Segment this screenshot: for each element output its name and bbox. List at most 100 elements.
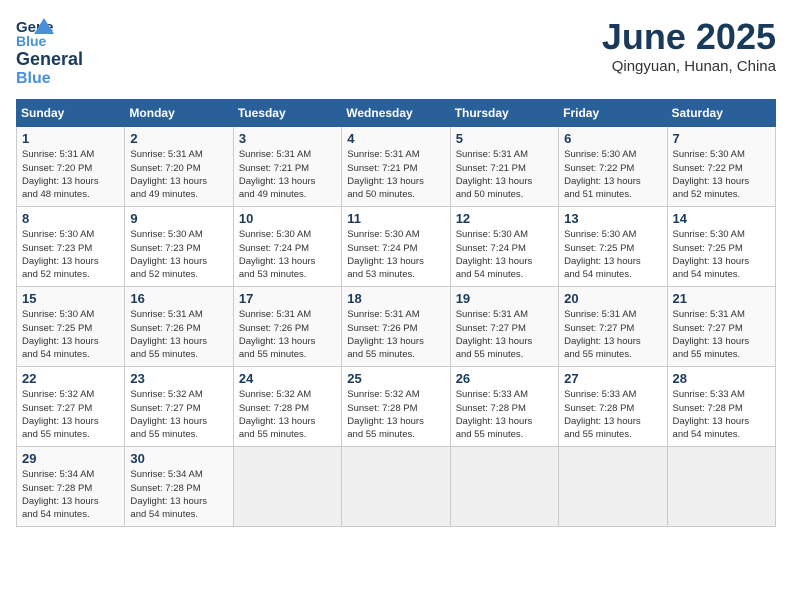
calendar-day-cell: 15Sunrise: 5:30 AM Sunset: 7:25 PM Dayli…	[17, 287, 125, 367]
day-info: Sunrise: 5:31 AM Sunset: 7:26 PM Dayligh…	[347, 308, 444, 361]
day-number: 19	[456, 291, 553, 306]
calendar-day-cell: 30 Sunrise: 5:34 AM Sunset: 7:28 PM Dayli…	[125, 447, 233, 527]
column-header-wednesday: Wednesday	[342, 100, 450, 127]
day-info: Sunrise: 5:30 AM Sunset: 7:24 PM Dayligh…	[456, 228, 553, 281]
day-number: 23	[130, 371, 227, 386]
calendar-day-cell: 8Sunrise: 5:30 AM Sunset: 7:23 PM Daylig…	[17, 207, 125, 287]
logo-line1: General	[16, 50, 83, 70]
day-info: Sunrise: 5:32 AM Sunset: 7:28 PM Dayligh…	[347, 388, 444, 441]
calendar-day-cell: 5Sunrise: 5:31 AM Sunset: 7:21 PM Daylig…	[450, 127, 558, 207]
calendar-day-cell: 27 Sunrise: 5:33 AM Sunset: 7:28 PM Dayli…	[559, 367, 667, 447]
column-header-tuesday: Tuesday	[233, 100, 341, 127]
day-info: Sunrise: 5:30 AM Sunset: 7:23 PM Dayligh…	[22, 228, 119, 281]
day-info: Sunrise: 5:31 AM Sunset: 7:21 PM Dayligh…	[347, 148, 444, 201]
day-number: 22	[22, 371, 119, 386]
day-number: 2	[130, 131, 227, 146]
day-info: Sunrise: 5:31 AM Sunset: 7:21 PM Dayligh…	[239, 148, 336, 201]
day-info: Sunrise: 5:32 AM Sunset: 7:27 PM Dayligh…	[22, 388, 119, 441]
day-info: Sunrise: 5:34 AM Sunset: 7:28 PM Dayligh…	[22, 468, 119, 521]
day-number: 13	[564, 211, 661, 226]
calendar-week-1: 1 Sunrise: 5:31 AM Sunset: 7:20 PM Daylig…	[17, 127, 776, 207]
calendar-day-cell: 12 Sunrise: 5:30 AM Sunset: 7:24 PM Dayli…	[450, 207, 558, 287]
day-number: 11	[347, 211, 444, 226]
calendar-day-cell: 21Sunrise: 5:31 AM Sunset: 7:27 PM Dayli…	[667, 287, 775, 367]
calendar-day-cell: 20 Sunrise: 5:31 AM Sunset: 7:27 PM Dayli…	[559, 287, 667, 367]
page-header: General Blue General Blue June 2025 Qing…	[16, 16, 776, 87]
calendar-header-row: SundayMondayTuesdayWednesdayThursdayFrid…	[17, 100, 776, 127]
calendar-week-3: 15Sunrise: 5:30 AM Sunset: 7:25 PM Dayli…	[17, 287, 776, 367]
calendar-day-cell: 19 Sunrise: 5:31 AM Sunset: 7:27 PM Dayli…	[450, 287, 558, 367]
calendar-day-cell: 26 Sunrise: 5:33 AM Sunset: 7:28 PM Dayli…	[450, 367, 558, 447]
day-info: Sunrise: 5:30 AM Sunset: 7:23 PM Dayligh…	[130, 228, 227, 281]
day-number: 3	[239, 131, 336, 146]
calendar-day-cell: 11 Sunrise: 5:30 AM Sunset: 7:24 PM Dayli…	[342, 207, 450, 287]
calendar-day-cell: 29 Sunrise: 5:34 AM Sunset: 7:28 PM Dayli…	[17, 447, 125, 527]
calendar-day-cell	[342, 447, 450, 527]
calendar-day-cell: 23 Sunrise: 5:32 AM Sunset: 7:27 PM Dayli…	[125, 367, 233, 447]
day-info: Sunrise: 5:33 AM Sunset: 7:28 PM Dayligh…	[456, 388, 553, 441]
day-number: 18	[347, 291, 444, 306]
calendar-day-cell	[450, 447, 558, 527]
calendar-day-cell: 7Sunrise: 5:30 AM Sunset: 7:22 PM Daylig…	[667, 127, 775, 207]
day-info: Sunrise: 5:32 AM Sunset: 7:27 PM Dayligh…	[130, 388, 227, 441]
location: Qingyuan, Hunan, China	[602, 58, 776, 75]
calendar-week-4: 22 Sunrise: 5:32 AM Sunset: 7:27 PM Dayli…	[17, 367, 776, 447]
calendar-day-cell: 22 Sunrise: 5:32 AM Sunset: 7:27 PM Dayli…	[17, 367, 125, 447]
day-number: 1	[22, 131, 119, 146]
calendar-day-cell: 28 Sunrise: 5:33 AM Sunset: 7:28 PM Dayli…	[667, 367, 775, 447]
calendar-day-cell: 17 Sunrise: 5:31 AM Sunset: 7:26 PM Dayli…	[233, 287, 341, 367]
logo-line2: Blue	[16, 70, 83, 88]
calendar-table: SundayMondayTuesdayWednesdayThursdayFrid…	[16, 99, 776, 527]
day-number: 16	[130, 291, 227, 306]
day-number: 28	[673, 371, 770, 386]
calendar-day-cell: 25 Sunrise: 5:32 AM Sunset: 7:28 PM Dayli…	[342, 367, 450, 447]
calendar-week-5: 29 Sunrise: 5:34 AM Sunset: 7:28 PM Dayli…	[17, 447, 776, 527]
day-number: 9	[130, 211, 227, 226]
day-info: Sunrise: 5:33 AM Sunset: 7:28 PM Dayligh…	[564, 388, 661, 441]
day-info: Sunrise: 5:31 AM Sunset: 7:21 PM Dayligh…	[456, 148, 553, 201]
day-number: 15	[22, 291, 119, 306]
day-number: 21	[673, 291, 770, 306]
calendar-day-cell: 1 Sunrise: 5:31 AM Sunset: 7:20 PM Daylig…	[17, 127, 125, 207]
logo: General Blue General Blue	[16, 16, 83, 87]
day-info: Sunrise: 5:31 AM Sunset: 7:20 PM Dayligh…	[130, 148, 227, 201]
day-number: 17	[239, 291, 336, 306]
day-info: Sunrise: 5:31 AM Sunset: 7:27 PM Dayligh…	[564, 308, 661, 361]
calendar-day-cell: 16 Sunrise: 5:31 AM Sunset: 7:26 PM Dayli…	[125, 287, 233, 367]
column-header-friday: Friday	[559, 100, 667, 127]
logo-icon: General Blue	[16, 16, 54, 48]
day-number: 30	[130, 451, 227, 466]
calendar-day-cell: 3 Sunrise: 5:31 AM Sunset: 7:21 PM Daylig…	[233, 127, 341, 207]
calendar-day-cell	[667, 447, 775, 527]
calendar-day-cell	[559, 447, 667, 527]
day-info: Sunrise: 5:34 AM Sunset: 7:28 PM Dayligh…	[130, 468, 227, 521]
month-title: June 2025	[602, 16, 776, 58]
calendar-day-cell: 18 Sunrise: 5:31 AM Sunset: 7:26 PM Dayli…	[342, 287, 450, 367]
day-number: 24	[239, 371, 336, 386]
day-info: Sunrise: 5:31 AM Sunset: 7:26 PM Dayligh…	[239, 308, 336, 361]
column-header-saturday: Saturday	[667, 100, 775, 127]
column-header-monday: Monday	[125, 100, 233, 127]
day-info: Sunrise: 5:31 AM Sunset: 7:20 PM Dayligh…	[22, 148, 119, 201]
day-number: 20	[564, 291, 661, 306]
day-number: 10	[239, 211, 336, 226]
day-number: 6	[564, 131, 661, 146]
day-number: 4	[347, 131, 444, 146]
day-number: 29	[22, 451, 119, 466]
calendar-day-cell: 24 Sunrise: 5:32 AM Sunset: 7:28 PM Dayli…	[233, 367, 341, 447]
day-info: Sunrise: 5:33 AM Sunset: 7:28 PM Dayligh…	[673, 388, 770, 441]
calendar-day-cell: 6Sunrise: 5:30 AM Sunset: 7:22 PM Daylig…	[559, 127, 667, 207]
day-number: 14	[673, 211, 770, 226]
day-number: 26	[456, 371, 553, 386]
day-info: Sunrise: 5:31 AM Sunset: 7:26 PM Dayligh…	[130, 308, 227, 361]
day-info: Sunrise: 5:31 AM Sunset: 7:27 PM Dayligh…	[456, 308, 553, 361]
calendar-day-cell: 10Sunrise: 5:30 AM Sunset: 7:24 PM Dayli…	[233, 207, 341, 287]
day-info: Sunrise: 5:32 AM Sunset: 7:28 PM Dayligh…	[239, 388, 336, 441]
day-info: Sunrise: 5:30 AM Sunset: 7:25 PM Dayligh…	[564, 228, 661, 281]
day-number: 27	[564, 371, 661, 386]
day-number: 25	[347, 371, 444, 386]
day-info: Sunrise: 5:30 AM Sunset: 7:24 PM Dayligh…	[347, 228, 444, 281]
day-number: 12	[456, 211, 553, 226]
calendar-day-cell: 9 Sunrise: 5:30 AM Sunset: 7:23 PM Daylig…	[125, 207, 233, 287]
svg-text:Blue: Blue	[16, 33, 47, 48]
